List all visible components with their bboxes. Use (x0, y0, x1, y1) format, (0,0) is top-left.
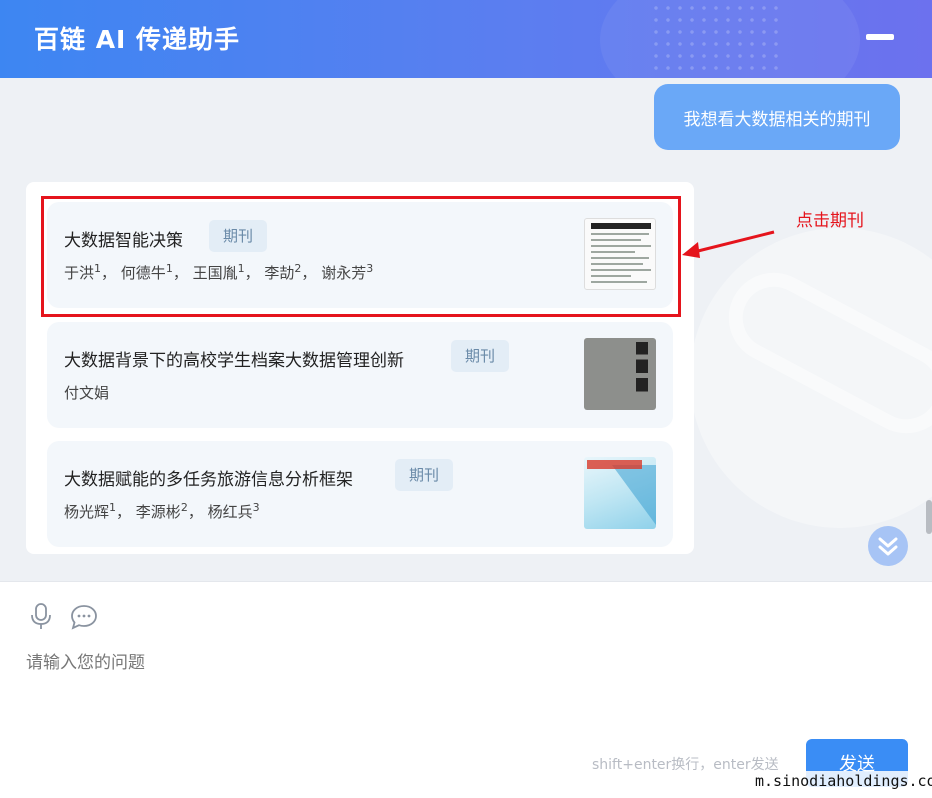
scroll-down-button[interactable] (868, 526, 908, 566)
author-name: 王国胤 (192, 264, 238, 282)
annotation-label: 点击期刊 (796, 211, 864, 231)
arrow-icon (682, 230, 775, 258)
author-name: 谢永芳 (321, 264, 367, 282)
journal-card[interactable]: 大数据背景下的高校学生档案大数据管理创新 期刊 付文娟 (47, 322, 673, 428)
app-header: 百链 AI 传递助手 (0, 0, 932, 78)
user-message-text: 我想看大数据相关的期刊 (683, 109, 871, 130)
author-affiliation: 1 (109, 501, 117, 514)
minimize-icon[interactable] (866, 34, 894, 40)
question-input[interactable] (26, 648, 906, 748)
app-title: 百链 AI 传递助手 (34, 25, 241, 54)
author-name: 付文娟 (64, 384, 110, 402)
journal-title: 大数据智能决策 (64, 231, 183, 251)
journal-cover-image (584, 338, 656, 410)
journal-title: 大数据赋能的多任务旅游信息分析框架 (64, 470, 353, 490)
author-affiliation: 1 (94, 262, 102, 275)
journal-title: 大数据背景下的高校学生档案大数据管理创新 (64, 351, 404, 371)
author-name: 何德牛 (120, 264, 166, 282)
author-name: 杨光辉 (64, 503, 110, 521)
journal-authors: 付文娟 (64, 382, 109, 403)
author-name: 于洪 (64, 264, 95, 282)
journal-authors: 于洪1， 何德牛1， 王国胤1， 李劼2， 谢永芳3 (64, 262, 374, 282)
keyboard-hint: shift+enter换行，enter发送 (592, 757, 779, 773)
author-name: 杨红兵 (207, 503, 253, 521)
author-name: 李劼 (264, 264, 295, 282)
user-message-bubble: 我想看大数据相关的期刊 (654, 84, 900, 150)
journal-cover-image (584, 457, 656, 529)
author-affiliation: 1 (237, 262, 245, 275)
author-affiliation: 1 (165, 262, 173, 275)
journal-card[interactable]: 大数据智能决策 期刊 于洪1， 何德牛1， 王国胤1， 李劼2， 谢永芳3 (47, 202, 673, 308)
author-affiliation: 3 (366, 262, 374, 275)
journal-cover-image (584, 218, 656, 290)
journal-card[interactable]: 大数据赋能的多任务旅游信息分析框架 期刊 杨光辉1， 李源彬2， 杨红兵3 (47, 441, 673, 547)
header-dot-pattern (650, 0, 780, 78)
journal-tag: 期刊 (395, 459, 454, 491)
watermark-text: m.sinodiaholdings.co (752, 771, 932, 791)
journal-tag: 期刊 (451, 340, 510, 372)
result-panel: 大数据智能决策 期刊 于洪1， 何德牛1， 王国胤1， 李劼2， 谢永芳3 大数… (26, 182, 694, 554)
author-affiliation: 2 (294, 262, 302, 275)
author-affiliation: 2 (180, 501, 188, 514)
author-name: 李源彬 (135, 503, 181, 521)
message-composer: shift+enter换行，enter发送 发送 (0, 581, 932, 798)
author-affiliation: 3 (252, 501, 260, 514)
chat-bubble-icon[interactable] (70, 604, 98, 630)
chat-area[interactable]: 我想看大数据相关的期刊 大数据智能决策 期刊 于洪1， 何德牛1， 王国胤1， … (0, 78, 932, 581)
microphone-icon[interactable] (29, 602, 53, 630)
journal-authors: 杨光辉1， 李源彬2， 杨红兵3 (64, 501, 260, 521)
journal-tag: 期刊 (209, 220, 268, 252)
scrollbar-thumb[interactable] (926, 500, 932, 534)
double-chevron-down-icon (878, 537, 898, 556)
